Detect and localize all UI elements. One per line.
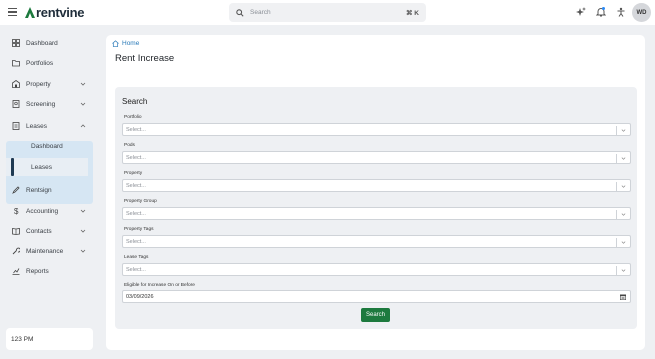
lease-tags-select[interactable]: Select... (122, 263, 631, 276)
property-select[interactable]: Select... (122, 179, 631, 192)
sidebar-item-reports[interactable]: Reports (6, 262, 93, 280)
sidebar-item-label: Rentsign (26, 186, 52, 194)
sidebar-item-label: Reports (26, 267, 49, 275)
select-value: Select... (126, 126, 146, 133)
sidebar-item-screening[interactable]: Screening (6, 95, 93, 113)
search-placeholder: Search (250, 9, 271, 16)
sidebar-item-label: Property (26, 80, 51, 88)
sidebar-item-rentsign[interactable]: Rentsign (6, 181, 93, 199)
search-shortcut: ⌘ K (406, 9, 419, 17)
sidebar-subitem-label: Leases (31, 163, 52, 171)
chevron-down-icon (80, 229, 86, 233)
chevron-down-icon (80, 102, 86, 106)
pods-select[interactable]: Select... (122, 151, 631, 164)
select-value: Select... (126, 238, 146, 245)
chevron-down-icon (621, 129, 626, 132)
select-divider (616, 154, 617, 163)
brand-name: rentvine (36, 4, 85, 20)
property-tags-label: Property Tags (124, 227, 154, 232)
sidebar-item-label: Screening (26, 100, 56, 108)
search-panel: Search Portfolio Select... Pods Select..… (115, 87, 637, 329)
select-value: Select... (126, 266, 146, 273)
search-button[interactable]: Search (361, 308, 390, 322)
sidebar-item-contacts[interactable]: Contacts (6, 222, 93, 240)
select-divider (616, 210, 617, 219)
select-divider (616, 182, 617, 191)
dollar-icon: $ (12, 207, 20, 215)
folder-icon (12, 59, 20, 67)
chevron-down-icon (621, 185, 626, 188)
clock-widget: 123 PM (6, 328, 93, 350)
sidebar-item-leases[interactable]: Leases (6, 117, 93, 135)
contact-book-icon (12, 227, 20, 235)
sidebar-item-accounting[interactable]: $ Accounting (6, 202, 93, 220)
chevron-down-icon (80, 209, 86, 213)
accessibility-icon[interactable] (616, 7, 626, 17)
sidebar-item-label: Portfolios (26, 59, 54, 67)
search-icon (236, 8, 244, 17)
chevron-down-icon (621, 241, 626, 244)
eligible-date-label: Eligible for Increase On or Before (124, 283, 195, 288)
sidebar-item-label: Maintenance (26, 247, 64, 255)
top-bar: rentvine Search ⌘ K WD (0, 0, 655, 25)
property-tags-select[interactable]: Select... (122, 235, 631, 248)
sidebar-subitem-lease-dashboard[interactable]: Dashboard (6, 137, 93, 155)
sidebar-item-portfolios[interactable]: Portfolios (6, 54, 93, 72)
page-title: Rent Increase (115, 53, 175, 64)
chevron-down-icon (80, 82, 86, 86)
sidebar-item-maintenance[interactable]: Maintenance (6, 242, 93, 260)
select-divider (616, 238, 617, 247)
sidebar-item-label: Contacts (26, 227, 52, 235)
select-divider (616, 266, 617, 275)
main-content: Home Rent Increase Search Portfolio Sele… (106, 35, 645, 350)
select-divider (616, 126, 617, 135)
chevron-down-icon (80, 249, 86, 253)
global-search-input[interactable]: Search ⌘ K (229, 3, 426, 22)
logo-mark-icon (25, 6, 35, 18)
sparkle-icon[interactable] (576, 7, 586, 17)
sidebar: Dashboard Portfolios Property Screening … (0, 25, 100, 359)
breadcrumb[interactable]: Home (112, 40, 139, 47)
brand-logo[interactable]: rentvine (25, 4, 85, 20)
property-group-label: Property Group (124, 199, 157, 204)
select-value: Select... (126, 154, 146, 161)
portfolio-label: Portfolio (124, 115, 142, 120)
svg-text:$: $ (14, 207, 19, 215)
user-avatar[interactable]: WD (632, 3, 651, 22)
chevron-down-icon (621, 157, 626, 160)
portfolio-select[interactable]: Select... (122, 123, 631, 136)
wrench-icon (12, 247, 20, 255)
lease-tags-label: Lease Tags (124, 255, 149, 260)
pods-label: Pods (124, 143, 135, 148)
chevron-down-icon (621, 213, 626, 216)
notification-dot (602, 7, 605, 10)
eligible-date-input[interactable]: 03/09/2026 (122, 290, 631, 303)
lease-icon (12, 122, 20, 130)
chevron-down-icon (621, 269, 626, 272)
breadcrumb-home[interactable]: Home (122, 40, 139, 47)
sidebar-subitem-leases[interactable]: Leases (6, 158, 88, 176)
date-value: 03/09/2026 (126, 293, 154, 300)
sidebar-item-dashboard[interactable]: Dashboard (6, 34, 93, 52)
panel-title: Search (122, 97, 148, 106)
home-icon (112, 40, 119, 47)
sidebar-item-label: Accounting (26, 207, 59, 215)
sidebar-item-label: Dashboard (26, 39, 58, 47)
chevron-up-icon (80, 124, 86, 128)
chart-icon (12, 267, 20, 275)
select-value: Select... (126, 210, 146, 217)
sidebar-item-label: Leases (26, 122, 47, 130)
calendar-icon[interactable] (620, 294, 626, 300)
property-label: Property (124, 171, 143, 176)
property-group-select[interactable]: Select... (122, 207, 631, 220)
pen-icon (12, 186, 20, 194)
select-value: Select... (126, 182, 146, 189)
sidebar-item-property[interactable]: Property (6, 75, 93, 93)
dashboard-icon (12, 39, 20, 47)
menu-icon[interactable] (8, 8, 17, 16)
sidebar-subitem-label: Dashboard (31, 142, 63, 150)
screening-icon (12, 100, 20, 108)
building-icon (12, 80, 20, 88)
